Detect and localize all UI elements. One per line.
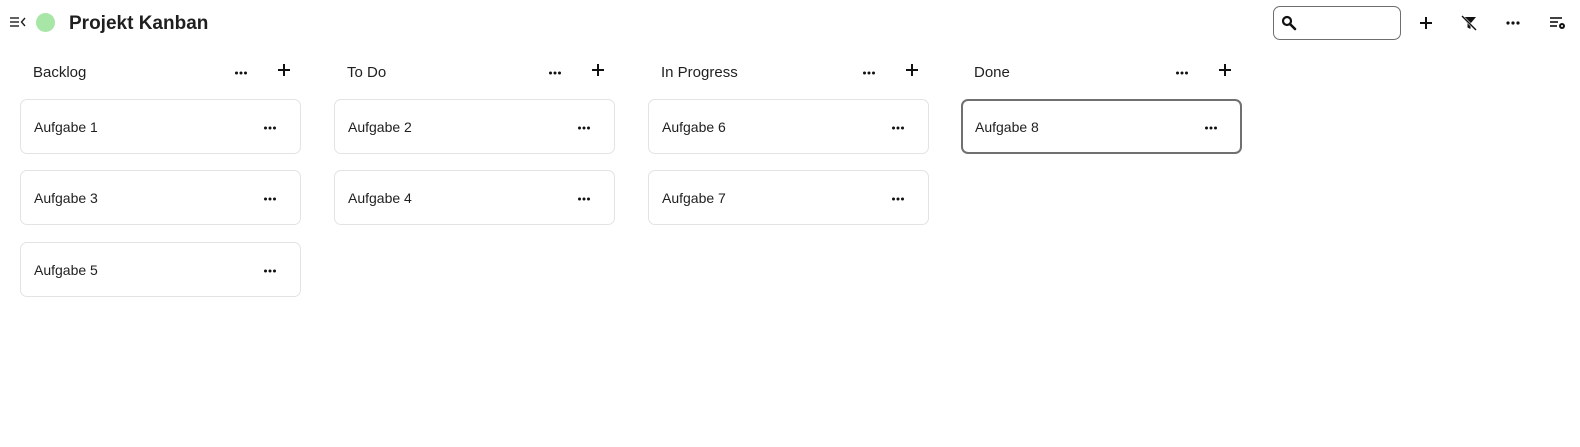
more-horizontal-icon	[1175, 63, 1189, 81]
column-title: To Do	[347, 64, 387, 81]
more-horizontal-icon	[577, 189, 591, 207]
more-horizontal-icon	[891, 189, 905, 207]
kanban-column: Done Aufgabe 8	[961, 56, 1242, 154]
column-title: In Progress	[661, 64, 738, 81]
column-header: Backlog	[20, 56, 301, 88]
card-more-button[interactable]	[573, 117, 595, 137]
search-icon	[1281, 15, 1297, 31]
card-more-button[interactable]	[259, 260, 281, 280]
status-dot	[36, 13, 55, 32]
more-horizontal-icon	[234, 63, 248, 81]
card-title: Aufgabe 2	[348, 119, 412, 135]
column-add-card-button[interactable]	[587, 61, 609, 83]
card-more-button[interactable]	[259, 188, 281, 208]
column-more-button[interactable]	[858, 62, 880, 82]
clear-filter-button[interactable]	[1458, 12, 1480, 34]
task-card[interactable]: Aufgabe 7	[648, 170, 929, 225]
plus-icon	[590, 62, 606, 83]
more-horizontal-icon	[263, 261, 277, 279]
card-more-button[interactable]	[1200, 117, 1222, 137]
view-settings-icon	[1550, 17, 1565, 29]
kanban-column: In Progress Aufgabe 6 Aufgabe 7	[648, 56, 929, 225]
collapse-menu-icon[interactable]	[8, 13, 28, 31]
filter-off-icon	[1461, 15, 1477, 31]
page-title: Projekt Kanban	[69, 13, 209, 34]
column-more-button[interactable]	[544, 62, 566, 82]
task-card[interactable]: Aufgabe 1	[20, 99, 301, 154]
card-more-button[interactable]	[887, 117, 909, 137]
task-card[interactable]: Aufgabe 2	[334, 99, 615, 154]
column-header: To Do	[334, 56, 615, 88]
more-horizontal-icon	[891, 118, 905, 136]
column-more-button[interactable]	[230, 62, 252, 82]
more-horizontal-icon	[263, 118, 277, 136]
column-header: In Progress	[648, 56, 929, 88]
app-header: Projekt Kanban	[0, 0, 1580, 48]
task-card[interactable]: Aufgabe 5	[20, 242, 301, 297]
card-more-button[interactable]	[259, 117, 281, 137]
card-title: Aufgabe 7	[662, 190, 726, 206]
search-box[interactable]	[1273, 6, 1401, 40]
column-header: Done	[961, 56, 1242, 88]
column-add-card-button[interactable]	[273, 61, 295, 83]
more-options-button[interactable]	[1502, 12, 1524, 34]
view-settings-button[interactable]	[1546, 12, 1568, 34]
task-card[interactable]: Aufgabe 4	[334, 170, 615, 225]
more-horizontal-icon	[263, 189, 277, 207]
card-more-button[interactable]	[573, 188, 595, 208]
card-title: Aufgabe 1	[34, 119, 98, 135]
plus-icon	[904, 62, 920, 83]
card-title: Aufgabe 8	[975, 119, 1039, 135]
column-add-card-button[interactable]	[1214, 61, 1236, 83]
plus-icon	[1420, 17, 1432, 29]
plus-icon	[1217, 62, 1233, 83]
column-add-card-button[interactable]	[901, 61, 923, 83]
card-title: Aufgabe 3	[34, 190, 98, 206]
card-title: Aufgabe 5	[34, 262, 98, 278]
more-horizontal-icon	[1506, 21, 1520, 25]
more-horizontal-icon	[577, 118, 591, 136]
column-title: Done	[974, 64, 1010, 81]
task-card[interactable]: Aufgabe 8	[961, 99, 1242, 154]
task-card[interactable]: Aufgabe 3	[20, 170, 301, 225]
column-title: Backlog	[33, 64, 87, 81]
card-more-button[interactable]	[887, 188, 909, 208]
card-title: Aufgabe 6	[662, 119, 726, 135]
more-horizontal-icon	[548, 63, 562, 81]
kanban-column: Backlog Aufgabe 1 Aufgabe 3 Aufgabe 5	[20, 56, 301, 297]
more-horizontal-icon	[1204, 118, 1218, 136]
task-card[interactable]: Aufgabe 6	[648, 99, 929, 154]
add-button[interactable]	[1415, 12, 1437, 34]
more-horizontal-icon	[862, 63, 876, 81]
column-more-button[interactable]	[1171, 62, 1193, 82]
kanban-column: To Do Aufgabe 2 Aufgabe 4	[334, 56, 615, 225]
card-title: Aufgabe 4	[348, 190, 412, 206]
search-input[interactable]	[1301, 11, 1395, 35]
plus-icon	[276, 62, 292, 83]
